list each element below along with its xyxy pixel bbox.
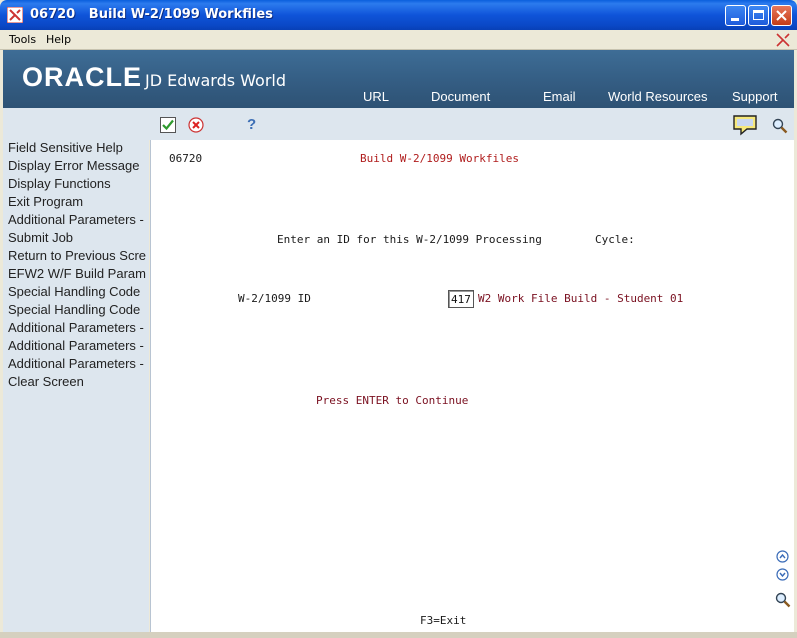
cycle-label: Cycle: [595, 233, 635, 246]
fn-additional-parameters-2[interactable]: Additional Parameters - [8, 320, 149, 335]
id-label: W-2/1099 ID [238, 292, 311, 305]
exit-hint: F3=Exit [420, 614, 467, 627]
id-description: W2 Work File Build - Student 01 [478, 292, 684, 305]
menu-help[interactable]: Help [46, 33, 71, 46]
w2-id-input[interactable]: 417 [448, 290, 474, 308]
fn-submit-job[interactable]: Submit Job [8, 230, 149, 245]
fn-additional-parameters-1[interactable]: Additional Parameters - [8, 212, 149, 227]
close-button[interactable] [771, 5, 792, 26]
fn-return-previous-screen[interactable]: Return to Previous Scre [8, 248, 149, 263]
fn-additional-parameters-4[interactable]: Additional Parameters - [8, 356, 149, 371]
link-email[interactable]: Email [543, 89, 576, 104]
jde-logo-icon [776, 33, 790, 47]
fn-special-handling-code-1[interactable]: Special Handling Code [8, 284, 149, 299]
zoom-search-icon[interactable] [775, 592, 791, 608]
fn-additional-parameters-3[interactable]: Additional Parameters - [8, 338, 149, 353]
enter-check-icon[interactable] [160, 117, 176, 133]
scroll-up-icon[interactable] [776, 550, 789, 563]
help-question-icon[interactable]: ? [246, 116, 258, 132]
press-enter-text: Press ENTER to Continue [316, 394, 469, 407]
link-url[interactable]: URL [363, 89, 389, 104]
product-name: JD Edwards World [145, 71, 287, 90]
scroll-down-icon[interactable] [776, 568, 789, 581]
title-bar: 06720 Build W-2/1099 Workfiles [0, 0, 797, 30]
cancel-x-icon[interactable] [188, 117, 204, 133]
link-document[interactable]: Document [431, 89, 490, 104]
link-world-resources[interactable]: World Resources [608, 89, 707, 104]
window-title: 06720 Build W-2/1099 Workfiles [30, 7, 273, 22]
close-icon [776, 10, 787, 21]
minimize-button[interactable] [725, 5, 746, 26]
toolbar: ? [3, 108, 794, 140]
fn-display-error-message[interactable]: Display Error Message [8, 158, 149, 173]
app-icon [7, 7, 23, 23]
chat-bubble-icon[interactable] [732, 114, 758, 136]
program-id: 06720 [169, 152, 203, 165]
menu-bar: Tools Help [0, 30, 797, 50]
minimize-icon [731, 18, 739, 21]
svg-text:?: ? [247, 116, 256, 132]
fn-field-sensitive-help[interactable]: Field Sensitive Help [8, 140, 149, 155]
main-screen: 06720 Build W-2/1099 Workfiles Enter an … [150, 140, 794, 632]
oracle-wordmark: ORACLE [22, 62, 142, 92]
window-bottom-frame [0, 632, 797, 638]
maximize-icon [753, 10, 764, 20]
screen-title: Build W-2/1099 Workfiles [360, 152, 519, 165]
fn-efw2-build-param[interactable]: EFW2 W/F Build Param [8, 266, 149, 281]
search-icon[interactable] [772, 118, 788, 134]
fn-exit-program[interactable]: Exit Program [8, 194, 149, 209]
menu-tools[interactable]: Tools [9, 33, 36, 46]
oracle-banner: ORACLE JD Edwards World URL Document Emai… [3, 50, 794, 108]
fn-clear-screen[interactable]: Clear Screen [8, 374, 149, 389]
fn-special-handling-code-2[interactable]: Special Handling Code [8, 302, 149, 317]
brand-logo: ORACLE JD Edwards World [22, 62, 286, 93]
maximize-button[interactable] [748, 5, 769, 26]
prompt-text: Enter an ID for this W-2/1099 Processing [277, 233, 542, 246]
fn-display-functions[interactable]: Display Functions [8, 176, 149, 191]
function-panel: Field Sensitive Help Display Error Messa… [3, 140, 149, 632]
link-support[interactable]: Support [732, 89, 778, 104]
